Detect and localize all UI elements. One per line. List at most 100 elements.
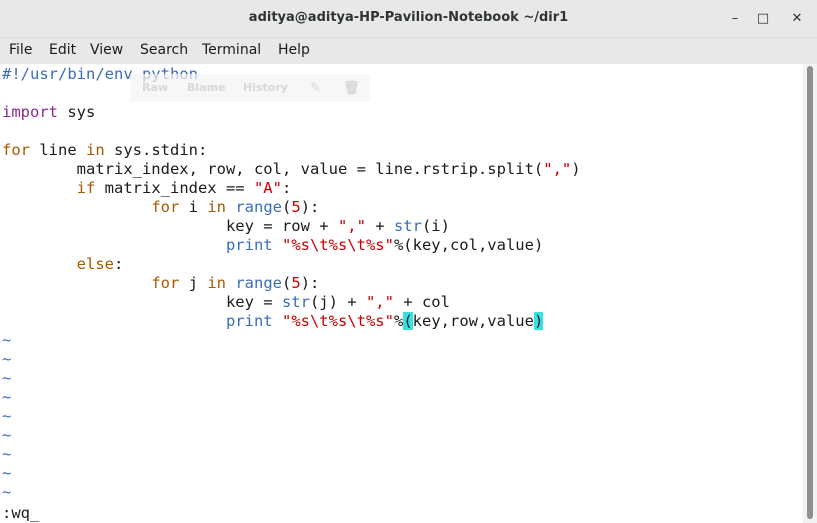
code-token: sys.stdin: [104, 141, 208, 159]
code-token: : [113, 255, 124, 273]
code-token: % [393, 312, 404, 330]
empty-line-tilde: ~ [2, 331, 12, 349]
menu-search[interactable]: Search [140, 42, 188, 58]
menu-bar: File Edit View Search Terminal Help [0, 38, 817, 64]
code-token: import [2, 103, 58, 121]
menu-terminal[interactable]: Terminal [202, 42, 261, 58]
code-token: key,row,value [412, 312, 534, 330]
code-token: + [365, 217, 394, 235]
ghost-raw: Raw [142, 81, 169, 94]
code-token: "," [543, 160, 572, 178]
code-line: for i in range(5): [2, 198, 319, 217]
code-token: 5 [291, 198, 301, 216]
empty-line-tilde: ~ [2, 426, 12, 444]
code-token: print [225, 236, 273, 254]
code-token: ( [282, 274, 292, 292]
terminal-window: aditya@aditya-HP-Pavilion-Notebook ~/dir… [0, 0, 817, 523]
code-line: matrix_index, row, col, value = line.rst… [2, 160, 581, 179]
close-icon: ✕ [791, 10, 803, 26]
minimize-button[interactable]: – [725, 8, 745, 28]
code-token: for [151, 198, 180, 216]
code-token: "A" [253, 179, 282, 197]
scrollbar-thumb[interactable] [807, 66, 813, 519]
code-token: if [76, 179, 96, 197]
code-token: sys [58, 103, 96, 121]
ghost-pencil-icon: ✎ [310, 81, 321, 96]
code-token: + col [393, 293, 450, 311]
code-token: "," [365, 293, 394, 311]
code-token: key = [2, 293, 282, 311]
code-token: j [179, 274, 208, 292]
code-token: in [207, 274, 226, 292]
code-token: in [86, 141, 105, 159]
empty-line-tilde: ~ [2, 407, 12, 425]
code-line: for line in sys.stdin: [2, 141, 207, 160]
code-line: if matrix_index == "A": [2, 179, 292, 198]
code-token: ) [571, 160, 581, 178]
maximize-icon: □ [756, 10, 770, 26]
empty-line-tilde: ~ [2, 369, 12, 387]
menu-help[interactable]: Help [278, 42, 310, 58]
minimize-icon: – [731, 10, 739, 26]
code-line: else: [2, 255, 124, 274]
empty-line-tilde: ~ [2, 350, 12, 368]
maximize-button[interactable]: □ [753, 8, 773, 28]
code-token: i [179, 198, 208, 216]
code-token: str [281, 293, 310, 311]
empty-line-tilde: ~ [2, 464, 12, 482]
code-token: range [235, 198, 282, 216]
code-token: : [281, 179, 292, 197]
ghost-trash-icon: 🗑 [343, 81, 360, 96]
code-token: ): [300, 198, 320, 216]
empty-line-tilde: ~ [2, 388, 12, 406]
code-token: ( [282, 198, 292, 216]
code-token: matrix_index, row, col, value = line.rst… [2, 160, 544, 178]
vertical-scrollbar[interactable] [803, 64, 817, 523]
menu-view[interactable]: View [90, 42, 123, 58]
code-token: print [225, 312, 273, 330]
code-line: import sys [2, 103, 95, 122]
code-token: "%s\t%s\t%s" [281, 312, 394, 330]
code-token: ( [403, 312, 413, 330]
window-title: aditya@aditya-HP-Pavilion-Notebook ~/dir… [248, 10, 569, 25]
empty-line-tilde: ~ [2, 445, 12, 463]
code-token: matrix_index == [95, 179, 254, 197]
code-token: %(key,col,value) [393, 236, 544, 254]
terminal-content[interactable]: #!/usr/bin/env python import sys for line … [0, 64, 803, 523]
code-token: ): [300, 274, 320, 292]
code-token: for [151, 274, 180, 292]
vim-command-line: :wq_ [2, 504, 40, 522]
code-token: (j) + [309, 293, 366, 311]
code-token: (i) [421, 217, 450, 235]
ghost-history: History [243, 81, 288, 94]
close-button[interactable]: ✕ [787, 8, 807, 28]
empty-line-tilde: ~ [2, 483, 12, 501]
code-token: range [235, 274, 282, 292]
code-token: for [2, 141, 30, 159]
code-line: key = str(j) + "," + col [2, 293, 450, 312]
code-token: ) [533, 312, 544, 330]
code-token: str [393, 217, 422, 235]
code-token: key = row + [2, 217, 338, 235]
code-token: line [30, 141, 86, 159]
code-line: key = row + "," + str(i) [2, 217, 450, 236]
menu-edit[interactable]: Edit [49, 42, 76, 58]
menu-file[interactable]: File [9, 42, 32, 58]
code-token: else [76, 255, 114, 273]
code-line: print "%s\t%s\t%s"%(key,row,value) [2, 312, 544, 331]
title-bar[interactable]: aditya@aditya-HP-Pavilion-Notebook ~/dir… [0, 0, 817, 38]
code-line: print "%s\t%s\t%s"%(key,col,value) [2, 236, 543, 255]
code-token: "%s\t%s\t%s" [281, 236, 394, 254]
code-token: 5 [291, 274, 301, 292]
code-token: "," [337, 217, 366, 235]
